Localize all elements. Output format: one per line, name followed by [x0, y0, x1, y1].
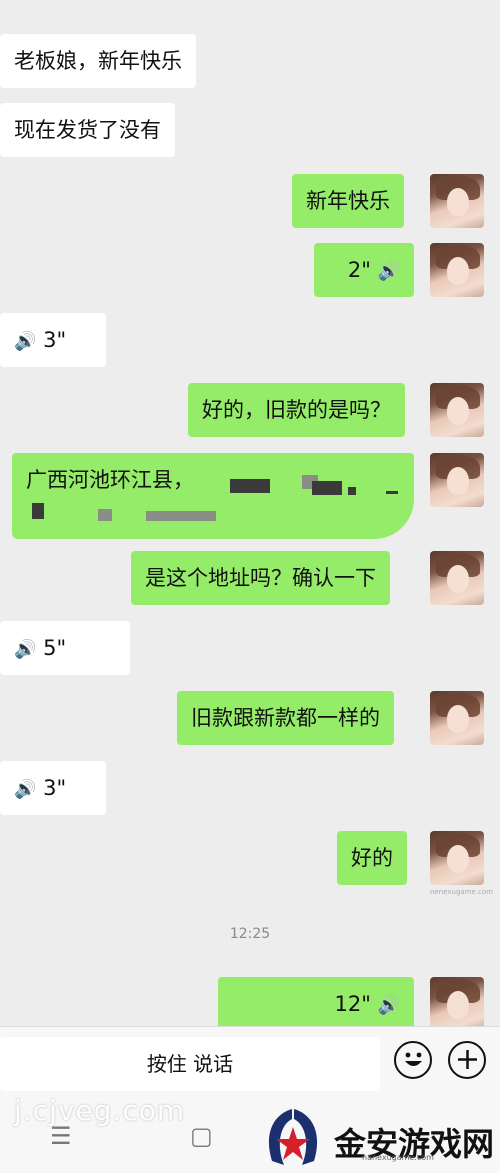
message-text: 是这个地址吗？确认一下 — [145, 566, 376, 590]
hold-to-talk-button[interactable]: 按住 说话 — [0, 1037, 380, 1091]
message-text: 新年快乐 — [306, 189, 390, 213]
user-avatar[interactable] — [430, 831, 484, 885]
watermark-small: nenexugame.com — [430, 888, 493, 896]
address-message-bubble[interactable]: 广西河池环江县， — [12, 453, 414, 539]
redaction-mosaic — [386, 491, 398, 494]
voice-duration: 3" — [43, 776, 67, 800]
message-bubble-outgoing[interactable]: 好的 — [337, 831, 407, 885]
home-icon[interactable]: ▢ — [190, 1122, 213, 1150]
user-avatar[interactable] — [430, 551, 484, 605]
user-avatar[interactable] — [430, 174, 484, 228]
message-bubble-outgoing[interactable]: 新年快乐 — [292, 174, 404, 228]
voice-wave-icon: 🔊 — [14, 779, 37, 800]
logo-subtext: nanexugame.com — [362, 1153, 434, 1162]
voice-message-outgoing[interactable]: 2" 🔊 — [314, 243, 414, 297]
site-logo: 金安游戏网 nanexugame.com — [258, 1105, 500, 1173]
message-text: 好的，旧款的是吗？ — [202, 398, 391, 422]
redaction-mosaic — [312, 481, 342, 495]
watermark-text: j.cjveg.com — [14, 1094, 186, 1127]
emoji-icon[interactable] — [394, 1041, 432, 1079]
voice-duration: 3" — [43, 328, 67, 352]
chat-area[interactable]: 老板娘，新年快乐 现在发货了没有 新年快乐 2" 🔊 🔊 3" 好的，旧款的是吗… — [0, 0, 500, 1026]
voice-wave-icon: 🔊 — [14, 331, 37, 352]
user-avatar[interactable] — [430, 977, 484, 1026]
user-avatar[interactable] — [430, 691, 484, 745]
voice-message-outgoing[interactable]: 12" 🔊 — [218, 977, 414, 1026]
address-text: 广西河池环江县， — [26, 468, 194, 492]
message-text: 好的 — [351, 846, 393, 870]
voice-duration: 2" — [347, 258, 371, 282]
voice-wave-icon: 🔊 — [377, 995, 400, 1016]
message-bubble-incoming[interactable]: 现在发货了没有 — [0, 103, 175, 157]
voice-message-incoming[interactable]: 🔊 5" — [0, 621, 130, 675]
voice-duration: 5" — [43, 636, 67, 660]
redaction-mosaic — [348, 487, 356, 495]
message-bubble-incoming[interactable]: 老板娘，新年快乐 — [0, 34, 196, 88]
user-avatar[interactable] — [430, 383, 484, 437]
input-bar: 按住 说话 — [0, 1026, 500, 1100]
user-avatar[interactable] — [430, 453, 484, 507]
voice-message-incoming[interactable]: 🔊 3" — [0, 761, 106, 815]
message-bubble-outgoing[interactable]: 是这个地址吗？确认一下 — [131, 551, 390, 605]
voice-duration: 12" — [334, 992, 371, 1016]
message-text: 旧款跟新款都一样的 — [191, 706, 380, 730]
plus-icon[interactable] — [448, 1041, 486, 1079]
redaction-mosaic — [32, 503, 44, 519]
redaction-mosaic — [98, 509, 112, 521]
voice-wave-icon: 🔊 — [14, 639, 37, 660]
message-text: 现在发货了没有 — [14, 118, 161, 142]
voice-message-incoming[interactable]: 🔊 3" — [0, 313, 106, 367]
redaction-mosaic — [230, 479, 270, 493]
voice-wave-icon: 🔊 — [377, 261, 400, 282]
redaction-mosaic — [146, 511, 216, 521]
message-bubble-outgoing[interactable]: 好的，旧款的是吗？ — [188, 383, 405, 437]
chat-timestamp: 12:25 — [229, 926, 271, 942]
logo-icon — [268, 1109, 318, 1165]
message-text: 老板娘，新年快乐 — [14, 49, 182, 73]
message-bubble-outgoing[interactable]: 旧款跟新款都一样的 — [177, 691, 394, 745]
user-avatar[interactable] — [430, 243, 484, 297]
